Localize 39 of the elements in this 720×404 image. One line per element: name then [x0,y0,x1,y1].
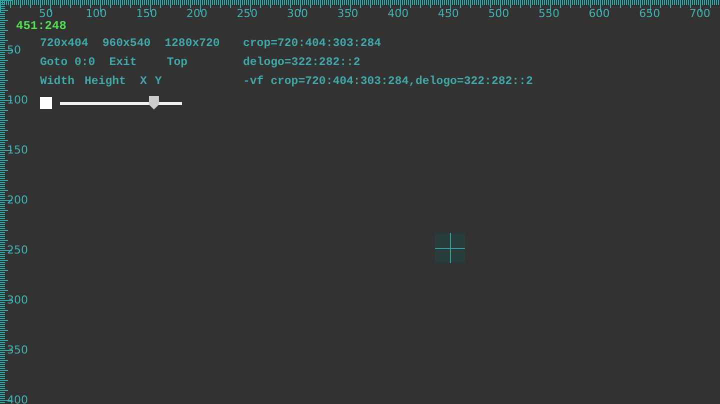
text-button[interactable]: Exit [109,56,137,70]
ruler-label: 50 [7,44,21,56]
ruler-label: 150 [136,7,158,20]
ruler-label: 450 [438,7,459,20]
text-button[interactable]: 720x404 [40,37,88,51]
cursor-coordinates: 451:248 [16,19,66,33]
ruler-label: 150 [7,144,28,156]
text-button[interactable]: 960x540 [102,37,151,51]
ruler-label: 400 [7,394,28,404]
ruler-label: 400 [388,7,409,20]
text-button[interactable]: X [140,75,147,89]
text-button[interactable]: Height [84,75,126,89]
ruler-label: 600 [588,7,610,20]
checkbox[interactable] [40,97,52,109]
ruler-label: 700 [689,7,710,20]
text-button[interactable]: 1280x720 [164,37,220,51]
ruler-label: 100 [7,94,28,106]
filter-text: delogo=322:282::2 [243,56,360,70]
ruler-label: 200 [7,194,28,206]
ruler-label: 250 [7,244,28,256]
text-button[interactable]: Goto 0:0 [40,56,96,70]
slider-thumb[interactable] [148,96,159,110]
crosshair-icon [435,233,465,263]
filter-text: -vf crop=720:404:303:284,delogo=322:282::2 [243,75,533,89]
text-button[interactable]: Top [166,56,188,70]
ruler-label: 350 [337,7,358,20]
text-button[interactable]: Width [40,75,75,89]
ruler-label: 100 [86,7,107,20]
ruler-label: 650 [639,7,660,20]
ruler-label: 300 [7,294,28,306]
text-button[interactable]: Y [154,75,162,89]
ruler-label: 350 [7,344,28,356]
ruler-label: 300 [287,7,308,20]
ruler-label: 250 [236,7,258,20]
ruler-label: 550 [538,7,560,20]
ruler-label: 200 [186,7,208,20]
ruler-label: 50 [39,7,53,20]
ruler-label: 500 [488,7,510,20]
filter-text: crop=720:404:303:284 [243,37,382,51]
